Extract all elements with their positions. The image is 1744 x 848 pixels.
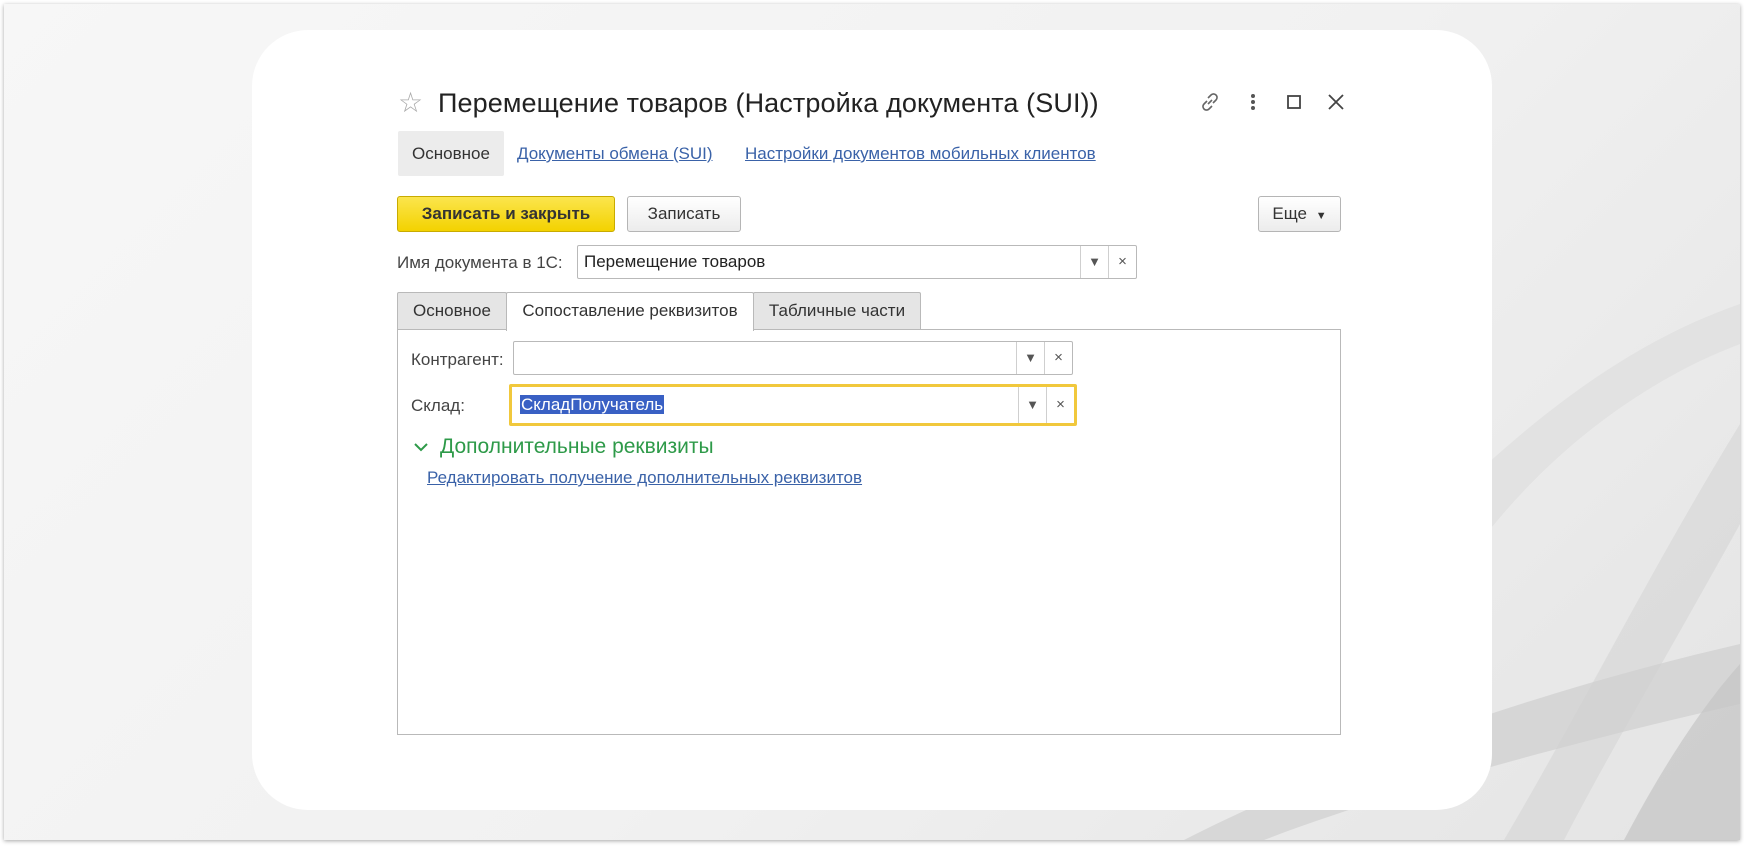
save-and-close-button[interactable]: Записать и закрыть	[397, 196, 615, 232]
counterparty-field[interactable]: ▼ ×	[513, 341, 1073, 375]
doc-name-value: Перемещение товаров	[584, 252, 766, 271]
tab-table-parts[interactable]: Табличные части	[753, 292, 921, 330]
counterparty-label: Контрагент:	[411, 350, 504, 369]
nav-tab-main[interactable]: Основное	[398, 131, 504, 176]
counterparty-clear-icon[interactable]: ×	[1044, 342, 1072, 374]
chevron-down-icon: ▼	[1315, 210, 1327, 222]
doc-name-clear-icon[interactable]: ×	[1108, 246, 1136, 278]
doc-name-label: Имя документа в 1С:	[397, 253, 563, 272]
warehouse-field[interactable]: СкладПолучатель ▼ ×	[509, 384, 1077, 426]
warehouse-label: Склад:	[411, 396, 465, 415]
nav-link-mobile-settings[interactable]: Настройки документов мобильных клиентов	[745, 144, 1096, 164]
more-button-label: Еще	[1272, 204, 1307, 223]
tab-main[interactable]: Основное	[397, 292, 507, 330]
star-icon[interactable]: ☆	[398, 88, 423, 118]
counterparty-value	[514, 342, 1016, 374]
page-title: Перемещение товаров (Настройка документа…	[438, 88, 1099, 118]
more-button[interactable]: Еще ▼	[1258, 196, 1341, 232]
group-chevron-down-icon[interactable]	[412, 435, 430, 465]
edit-extra-attributes-link[interactable]: Редактировать получение дополнительных р…	[427, 468, 862, 488]
doc-name-field[interactable]: Перемещение товаров ▼ ×	[577, 245, 1137, 279]
nav-link-exchange-docs[interactable]: Документы обмена (SUI)	[517, 144, 713, 164]
save-button[interactable]: Записать	[627, 196, 741, 232]
doc-name-dropdown-icon[interactable]: ▼	[1080, 246, 1108, 278]
maximize-icon[interactable]	[1284, 92, 1304, 117]
extra-attributes-group-title[interactable]: Дополнительные реквизиты	[440, 435, 714, 459]
warehouse-clear-icon[interactable]: ×	[1046, 387, 1074, 423]
link-icon[interactable]	[1198, 90, 1222, 119]
close-icon[interactable]	[1326, 92, 1346, 117]
more-vertical-icon[interactable]	[1248, 90, 1258, 119]
tab-attribute-mapping[interactable]: Сопоставление реквизитов	[506, 292, 754, 331]
warehouse-value: СкладПолучатель	[520, 395, 665, 414]
counterparty-dropdown-icon[interactable]: ▼	[1016, 342, 1044, 374]
warehouse-dropdown-icon[interactable]: ▼	[1018, 387, 1046, 423]
